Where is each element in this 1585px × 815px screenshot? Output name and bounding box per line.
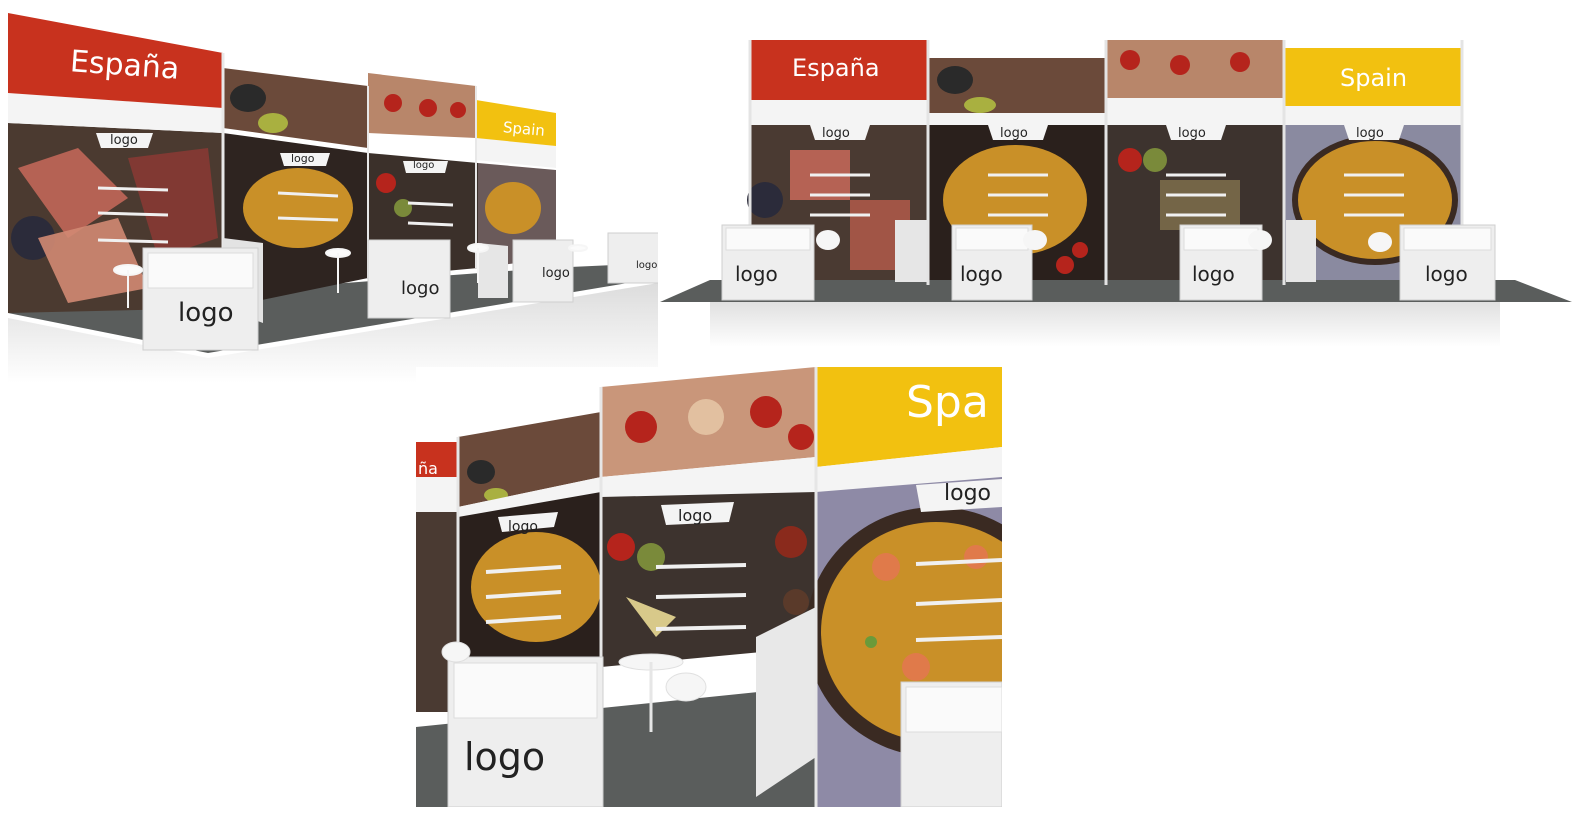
floor-reflection (710, 302, 1500, 347)
banner-title-fragment-left: ña (418, 459, 438, 478)
banner-title-espana: España (792, 54, 880, 82)
banner-title-spain: Spain (502, 118, 546, 140)
counter-logo-mid: logo (401, 278, 440, 299)
counter-logo-far: logo (636, 260, 658, 271)
counter-logo-2: logo (960, 262, 1003, 286)
wall-logo-text-3: logo (413, 160, 435, 171)
wall-logo-text-1: logo (508, 519, 538, 535)
counter-logo-3: logo (1192, 262, 1235, 286)
booth-render-front: España Spain logo logo logo logo logo lo… (660, 30, 1572, 350)
wall-logo-text-1: logo (822, 126, 850, 141)
counter-logo-front: logo (178, 298, 234, 328)
wall-logo-text-1: logo (110, 133, 138, 148)
wall-logo-text-2: logo (678, 506, 713, 525)
logo-counter-front (447, 656, 604, 807)
wall-logo-text-4: logo (1356, 126, 1384, 141)
counter-logo-4: logo (1425, 262, 1468, 286)
booth-render-closeup: ña Spa logo logo logo logo (416, 367, 1002, 807)
counter-logo-back: logo (542, 266, 570, 281)
wall-logo-text-2: logo (291, 152, 315, 165)
banner-title-fragment-right: Spa (906, 377, 989, 428)
logo-counter-right (900, 681, 1002, 807)
counter-logo-front: logo (464, 735, 546, 779)
wall-logo-text-3: logo (944, 481, 991, 506)
wall-logo-text-2: logo (1000, 126, 1028, 141)
counter-logo-1: logo (735, 262, 778, 286)
booth-render-perspective: España Spain logo logo logo logo logo lo… (8, 8, 658, 383)
wall-logo-text-3: logo (1178, 126, 1206, 141)
logo-counter-far (607, 232, 658, 284)
banner-title-spain: Spain (1340, 64, 1408, 92)
